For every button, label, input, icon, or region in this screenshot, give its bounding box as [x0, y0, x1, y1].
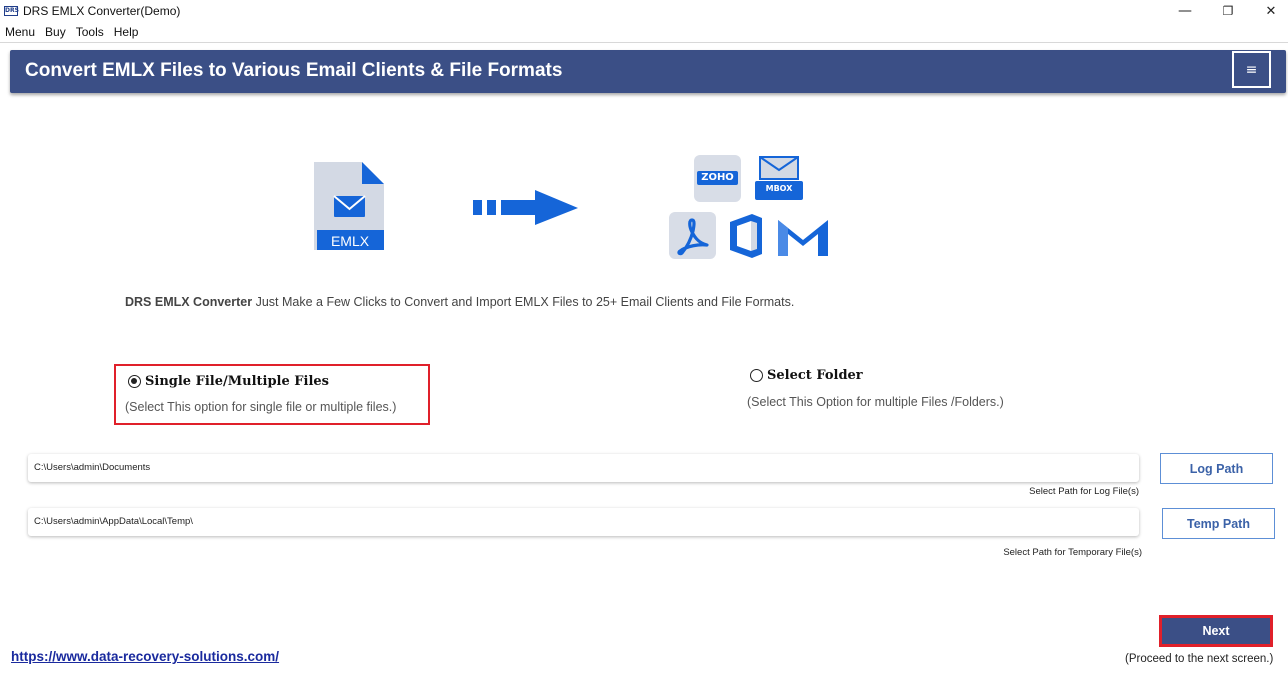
hamburger-icon: ≡ [1245, 61, 1258, 78]
zoho-label: ZOHO [697, 171, 738, 185]
temp-path-button[interactable]: Temp Path [1162, 508, 1275, 539]
log-path-caption: Select Path for Log File(s) [1029, 486, 1139, 497]
single-file-description: (Select This option for single file or m… [125, 400, 397, 414]
mbox-label: MBOX [765, 184, 793, 193]
select-folder-description: (Select This Option for multiple Files /… [747, 395, 1004, 409]
mbox-icon [755, 156, 803, 200]
tagline: DRS EMLX Converter Just Make a Few Click… [125, 295, 794, 309]
title-bar: DRS DRS EMLX Converter(Demo) — ❐ ✕ [0, 0, 1288, 22]
select-folder-label[interactable]: Select Folder [767, 368, 863, 383]
tagline-text: Just Make a Few Clicks to Convert and Im… [252, 295, 795, 309]
arrow-right-icon [473, 190, 578, 225]
temp-path-input[interactable] [28, 508, 1139, 536]
hamburger-menu-button[interactable]: ≡ [1232, 51, 1271, 88]
emlx-label: EMLX [330, 233, 370, 249]
minimize-button[interactable]: — [1162, 0, 1208, 22]
window-title: DRS EMLX Converter(Demo) [23, 4, 181, 18]
select-folder-radio[interactable] [750, 369, 763, 382]
log-path-input[interactable] [28, 454, 1139, 482]
menu-item-help[interactable]: Help [109, 23, 144, 41]
single-file-label[interactable]: Single File/Multiple Files [145, 374, 329, 389]
temp-path-caption: Select Path for Temporary File(s) [1003, 547, 1142, 558]
menu-item-buy[interactable]: Buy [40, 23, 71, 41]
tagline-brand: DRS EMLX Converter [125, 295, 253, 309]
close-button[interactable]: ✕ [1248, 0, 1288, 22]
website-link[interactable]: https://www.data-recovery-solutions.com/ [11, 649, 279, 664]
menu-item-tools[interactable]: Tools [71, 23, 109, 41]
gmail-icon [778, 220, 828, 256]
zoho-icon: ZOHO [694, 155, 741, 202]
office365-icon [730, 214, 762, 258]
restore-button[interactable]: ❐ [1205, 0, 1251, 22]
single-file-radio[interactable] [128, 375, 141, 388]
app-logo-icon: DRS [4, 6, 19, 16]
log-path-button[interactable]: Log Path [1160, 453, 1273, 484]
pdf-icon [669, 212, 716, 259]
header-banner: Convert EMLX Files to Various Email Clie… [10, 50, 1286, 93]
next-button[interactable]: Next [1159, 615, 1273, 647]
menu-bar: Menu Buy Tools Help [0, 23, 143, 41]
next-hint: (Proceed to the next screen.) [1125, 653, 1274, 665]
menu-item-menu[interactable]: Menu [0, 23, 40, 41]
menu-divider [0, 42, 1288, 43]
page-title: Convert EMLX Files to Various Email Clie… [25, 60, 563, 81]
